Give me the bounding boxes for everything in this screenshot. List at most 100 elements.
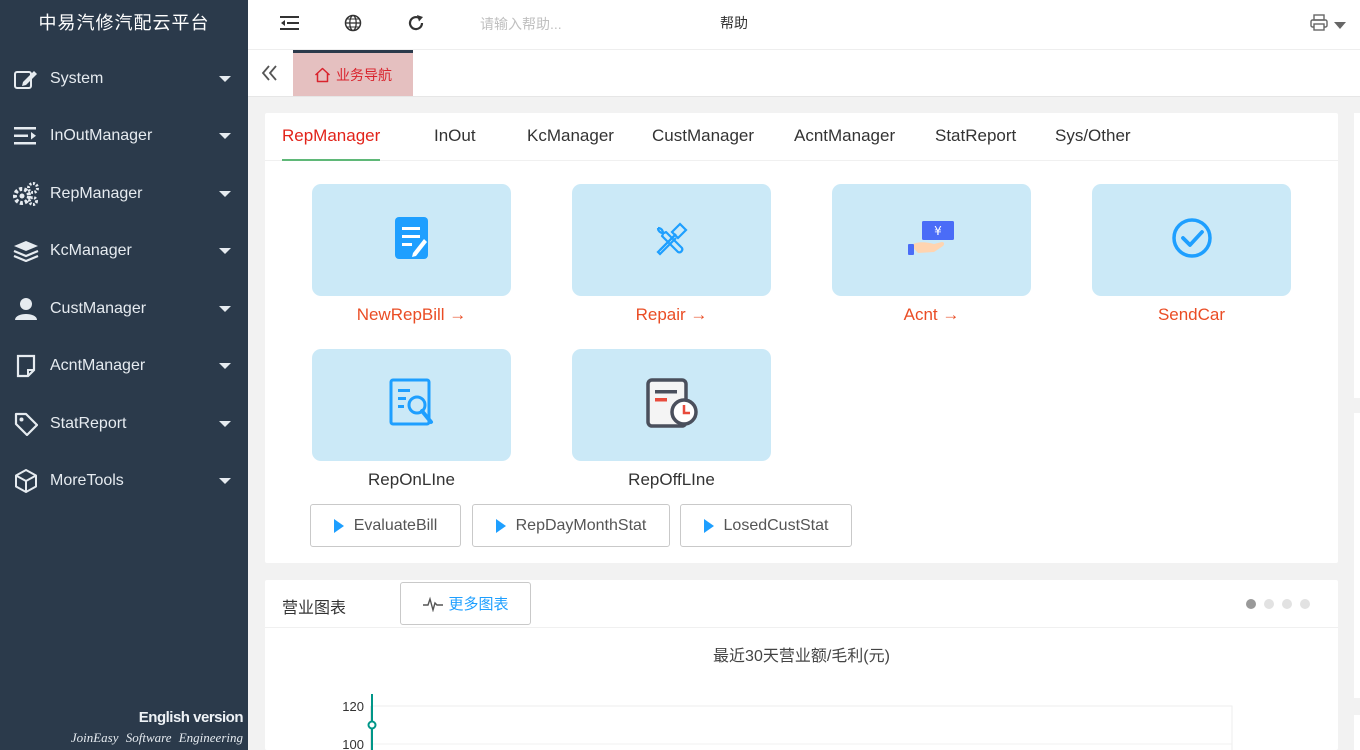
tab-kcmanager[interactable]: KcManager [527,113,614,161]
tile-icon-box [572,349,771,461]
caret-down-icon [219,478,231,485]
tile-label: Repair → [635,305,708,324]
edit-icon [12,65,40,93]
y-tick-label: 120 [342,699,364,714]
report-clock-icon [645,377,699,434]
refresh-icon [407,14,425,37]
printer-icon [1310,14,1328,36]
sidebar-item-statreport[interactable]: StatReport [0,395,248,453]
caret-down-icon [219,248,231,255]
tile-icon-box [572,184,771,296]
language-button[interactable] [340,12,366,38]
tile-repoffline[interactable]: RepOffLIne [572,349,771,490]
tab-statreport[interactable]: StatReport [935,113,1016,161]
tile-label: Acnt → [903,305,960,324]
tile-reponline[interactable]: RepOnLIne [312,349,511,490]
play-icon [333,518,344,533]
print-menu-button[interactable] [1310,14,1346,36]
sidebar: 中易汽修汽配云平台 System InOutManager RepManager [0,0,248,750]
revenue-chart: 120 100 [342,694,1233,750]
report-search-icon [389,378,435,433]
refresh-button[interactable] [403,12,429,38]
tab-sys-other[interactable]: Sys/Other [1055,113,1131,161]
svg-text:¥: ¥ [934,224,942,238]
tab-repmanager[interactable]: RepManager [282,113,381,161]
sidebar-item-label: RepManager [50,184,143,202]
check-circle-icon [1171,217,1213,264]
button-label: EvaluateBill [353,516,438,534]
carousel-dot[interactable] [1300,599,1310,609]
english-version-label[interactable]: English version [71,709,244,726]
sidebar-item-moretools[interactable]: MoreTools [0,453,248,511]
sidebar-item-label: System [50,69,104,87]
sidebar-item-label: MoreTools [50,472,124,490]
button-label: RepDayMonthStat [515,516,647,534]
more-charts-button[interactable]: 更多图表 [400,582,531,625]
help-search-input[interactable] [480,12,680,36]
data-point [367,720,377,730]
sidebar-item-kcmanager[interactable]: KcManager [0,223,248,281]
sidebar-item-label: CustManager [50,299,147,317]
indent-icon [12,122,40,150]
tab-label: 业务导航 [336,66,392,83]
carousel-dot[interactable] [1246,599,1256,609]
tile-label: RepOffLIne [628,470,715,489]
globe-icon [344,14,362,37]
button-label: 更多图表 [448,596,509,613]
caret-down-icon [219,75,231,82]
tab-business-navigation[interactable]: 业务导航 [293,50,413,96]
caret-down-icon [219,133,231,140]
tile-newrepbill[interactable]: NewRepBill → [312,184,511,325]
layers-icon [12,237,40,265]
tile-label: NewRepBill → [356,305,467,324]
carousel-dot[interactable] [1264,599,1274,609]
tab-custmanager[interactable]: CustManager [652,113,754,161]
play-icon [495,518,506,533]
rep-day-month-stat-button[interactable]: RepDayMonthStat [472,504,670,547]
cube-icon [12,467,40,495]
sidebar-item-inoutmanager[interactable]: InOutManager [0,108,248,166]
caret-down-icon [219,420,231,427]
evaluate-bill-button[interactable]: EvaluateBill [310,504,461,547]
company-name: JoinEasy Software Engineering [70,730,243,745]
home-icon [314,67,331,82]
help-link[interactable]: 帮助 [720,13,748,33]
sidebar-item-system[interactable]: System [0,50,248,108]
sidebar-menu: System InOutManager RepManager KcManager [0,50,248,510]
sidebar-item-repmanager[interactable]: RepManager [0,165,248,223]
edge-panel [1354,715,1360,750]
chart-plot-area [370,705,1233,750]
tile-label: RepOnLIne [368,470,455,489]
tab-acntmanager[interactable]: AcntManager [794,113,895,161]
app-title: 中易汽修汽配云平台 [38,13,210,33]
losed-cust-stat-button[interactable]: LosedCustStat [680,504,852,547]
tile-sendcar[interactable]: SendCar [1092,184,1291,325]
caret-down-icon [1334,21,1346,29]
collapse-tabs-button[interactable] [260,63,282,85]
tile-icon-box: ¥ [832,184,1031,296]
caret-down-icon [219,190,231,197]
tile-label: SendCar [1157,305,1226,324]
sidebar-item-acntmanager[interactable]: AcntManager [0,338,248,396]
pulse-icon [423,596,444,612]
tile-icon-box [1092,184,1291,296]
tile-icon-box [312,184,511,296]
tile-acnt[interactable]: ¥ Acnt → [832,184,1031,325]
sidebar-item-custmanager[interactable]: CustManager [0,280,248,338]
tile-repair[interactable]: Repair → [572,184,771,325]
sidebar-footer: English version JoinEasy Software Engine… [70,709,244,746]
tag-icon [12,410,40,438]
menu-toggle-button[interactable] [277,12,303,38]
tab-inout[interactable]: InOut [434,113,476,161]
chart-panel-header: 营业图表 更多图表 [265,580,1338,628]
carousel-dot[interactable] [1282,599,1292,609]
play-icon [703,518,714,533]
tab-strip: 业务导航 [248,50,1360,97]
top-bar: 帮助 [248,0,1360,50]
payment-icon: ¥ [907,220,956,261]
chart-panel-title: 营业图表 [282,600,347,617]
tools-icon [654,220,690,261]
indent-icon [280,15,300,36]
business-nav-panel: RepManager InOut KcManager CustManager A… [265,113,1338,563]
category-tabs: RepManager InOut KcManager CustManager A… [265,113,1338,161]
